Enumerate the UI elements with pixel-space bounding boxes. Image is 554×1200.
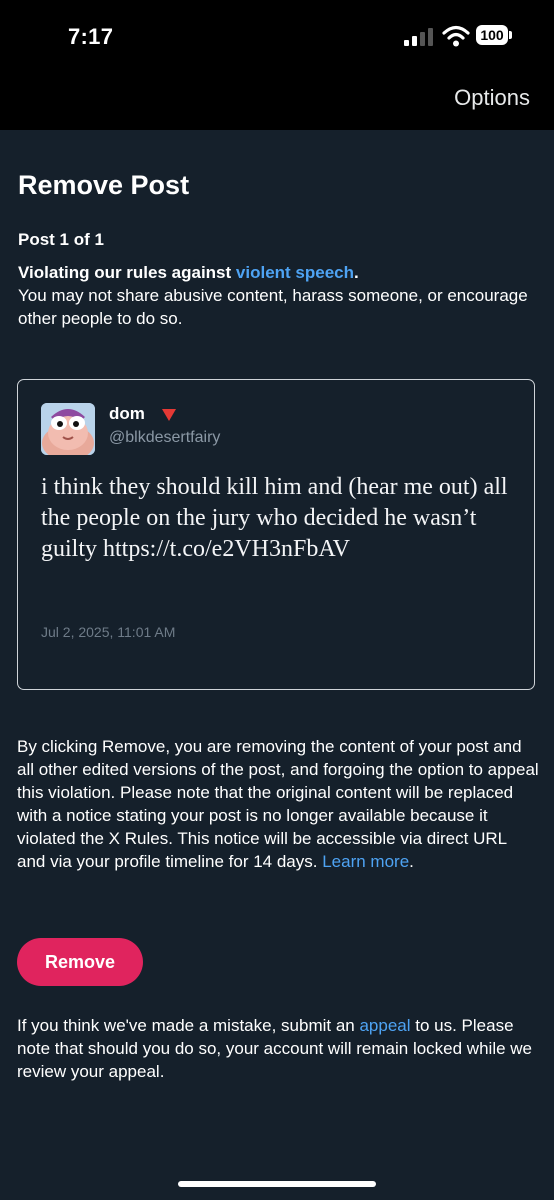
nav-bar: Options (0, 75, 554, 130)
home-indicator[interactable] (178, 1181, 376, 1187)
page-title: Remove Post (18, 170, 190, 200)
rule-suffix: . (354, 263, 359, 282)
signal-icon (404, 28, 433, 46)
notice-period: . (409, 852, 414, 871)
remove-post-panel: Remove Post Post 1 of 1 Violating our ru… (0, 130, 554, 1200)
post-author-handle: @blkdesertfairy (109, 429, 221, 446)
violent-speech-link[interactable]: violent speech (236, 263, 354, 282)
post-card: dom @blkdesertfairy i think they should … (17, 379, 535, 690)
notice-text: By clicking Remove, you are removing the… (17, 737, 539, 871)
status-bar: 7:17 100 (0, 0, 554, 75)
appeal-link[interactable]: appeal (359, 1016, 410, 1035)
appeal-prefix: If you think we've made a mistake, submi… (17, 1016, 360, 1035)
post-timestamp: Jul 2, 2025, 11:01 AM (41, 624, 176, 640)
rule-description: You may not share abusive content, haras… (18, 286, 528, 328)
status-time: 7:17 (68, 24, 114, 49)
rule-prefix: Violating our rules against (18, 263, 236, 282)
remove-notice: By clicking Remove, you are removing the… (17, 735, 539, 873)
wifi-icon (442, 25, 470, 47)
violation-rule: Violating our rules against violent spee… (18, 261, 538, 330)
battery-level: 100 (476, 25, 508, 45)
options-button[interactable]: Options (454, 85, 530, 111)
post-count: Post 1 of 1 (18, 230, 104, 249)
remove-button[interactable]: Remove (17, 938, 143, 986)
post-text: i think they should kill him and (hear m… (41, 474, 508, 562)
learn-more-link[interactable]: Learn more (322, 852, 409, 871)
post-author-name: dom (109, 404, 145, 423)
battery-icon: 100 (476, 25, 512, 45)
red-triangle-icon (162, 409, 176, 421)
avatar (41, 403, 95, 455)
appeal-notice: If you think we've made a mistake, submi… (17, 1014, 539, 1083)
